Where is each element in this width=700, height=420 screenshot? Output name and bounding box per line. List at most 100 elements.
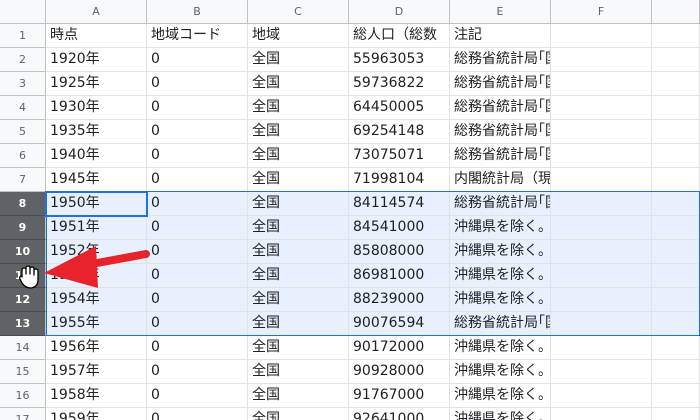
cell-f16[interactable] bbox=[551, 384, 652, 408]
cell-e2[interactable]: 総務省統計局｢国勢調査｣による。 bbox=[450, 48, 551, 72]
cell-f6[interactable] bbox=[551, 144, 652, 168]
cell-c3[interactable]: 全国 bbox=[248, 72, 349, 96]
cell-d2[interactable]: 55963053 bbox=[349, 48, 450, 72]
cell-b13[interactable]: 0 bbox=[147, 312, 248, 336]
cell-c7[interactable]: 全国 bbox=[248, 168, 349, 192]
cell-c5[interactable]: 全国 bbox=[248, 120, 349, 144]
row-header-4[interactable]: 4 bbox=[0, 96, 46, 120]
cell-extra8[interactable] bbox=[652, 192, 700, 216]
cell-f13[interactable] bbox=[551, 312, 652, 336]
cell-b8[interactable]: 0 bbox=[147, 192, 248, 216]
column-header-a[interactable]: A bbox=[46, 0, 147, 24]
cell-d9[interactable]: 84541000 bbox=[349, 216, 450, 240]
cell-d13[interactable]: 90076594 bbox=[349, 312, 450, 336]
row-header-14[interactable]: 14 bbox=[0, 336, 46, 360]
cell-e10[interactable]: 沖縄県を除く。 bbox=[450, 240, 551, 264]
cell-a16[interactable]: 1958年 bbox=[46, 384, 147, 408]
cell-a13[interactable]: 1955年 bbox=[46, 312, 147, 336]
cell-extra16[interactable] bbox=[652, 384, 700, 408]
cell-a11[interactable]: 1953年 bbox=[46, 264, 147, 288]
cell-e8[interactable]: 総務省統計局｢国勢調査｣による。 bbox=[450, 192, 551, 216]
cell-c13[interactable]: 全国 bbox=[248, 312, 349, 336]
cell-f10[interactable] bbox=[551, 240, 652, 264]
column-header-b[interactable]: B bbox=[147, 0, 248, 24]
cell-a8[interactable]: 1950年 bbox=[46, 192, 147, 216]
cell-e13[interactable]: 総務省統計局｢国勢調査｣による。 bbox=[450, 312, 551, 336]
column-header-e[interactable]: E bbox=[450, 0, 551, 24]
cell-extra17[interactable] bbox=[652, 408, 700, 420]
row-header-2[interactable]: 2 bbox=[0, 48, 46, 72]
cell-e15[interactable]: 沖縄県を除く。 bbox=[450, 360, 551, 384]
cell-f12[interactable] bbox=[551, 288, 652, 312]
cell-f7[interactable] bbox=[551, 168, 652, 192]
cell-c11[interactable]: 全国 bbox=[248, 264, 349, 288]
cell-extra11[interactable] bbox=[652, 264, 700, 288]
cell-extra14[interactable] bbox=[652, 336, 700, 360]
cell-d17[interactable]: 92641000 bbox=[349, 408, 450, 420]
cell-extra15[interactable] bbox=[652, 360, 700, 384]
cell-e17[interactable]: 沖縄県を除く。 bbox=[450, 408, 551, 420]
cell-a5[interactable]: 1935年 bbox=[46, 120, 147, 144]
cell-b4[interactable]: 0 bbox=[147, 96, 248, 120]
cell-e12[interactable]: 沖縄県を除く。 bbox=[450, 288, 551, 312]
cell-c4[interactable]: 全国 bbox=[248, 96, 349, 120]
column-header-d[interactable]: D bbox=[349, 0, 450, 24]
cell-c8[interactable]: 全国 bbox=[248, 192, 349, 216]
cell-extra5[interactable] bbox=[652, 120, 700, 144]
cell-c2[interactable]: 全国 bbox=[248, 48, 349, 72]
cell-a14[interactable]: 1956年 bbox=[46, 336, 147, 360]
cell-c12[interactable]: 全国 bbox=[248, 288, 349, 312]
cell-c1[interactable]: 地域 bbox=[248, 24, 349, 48]
cell-d12[interactable]: 88239000 bbox=[349, 288, 450, 312]
cell-d3[interactable]: 59736822 bbox=[349, 72, 450, 96]
cell-b14[interactable]: 0 bbox=[147, 336, 248, 360]
column-header-f[interactable]: F bbox=[551, 0, 652, 24]
cell-d16[interactable]: 91767000 bbox=[349, 384, 450, 408]
cell-f14[interactable] bbox=[551, 336, 652, 360]
cell-c15[interactable]: 全国 bbox=[248, 360, 349, 384]
cell-extra2[interactable] bbox=[652, 48, 700, 72]
cell-e7[interactable]: 内閣統計局（現 総務省統計局）「人 bbox=[450, 168, 551, 192]
cell-f15[interactable] bbox=[551, 360, 652, 384]
row-header-8[interactable]: 8 bbox=[0, 192, 46, 216]
cell-c16[interactable]: 全国 bbox=[248, 384, 349, 408]
cell-b3[interactable]: 0 bbox=[147, 72, 248, 96]
cell-b9[interactable]: 0 bbox=[147, 216, 248, 240]
cell-d1[interactable]: 総人口（総数 bbox=[349, 24, 450, 48]
cell-d8[interactable]: 84114574 bbox=[349, 192, 450, 216]
cell-e4[interactable]: 総務省統計局｢国勢調査｣による。 bbox=[450, 96, 551, 120]
cell-b11[interactable]: 0 bbox=[147, 264, 248, 288]
cell-f8[interactable] bbox=[551, 192, 652, 216]
cell-c10[interactable]: 全国 bbox=[248, 240, 349, 264]
cell-b12[interactable]: 0 bbox=[147, 288, 248, 312]
cell-a10[interactable]: 1952年 bbox=[46, 240, 147, 264]
cell-d10[interactable]: 85808000 bbox=[349, 240, 450, 264]
column-header-c[interactable]: C bbox=[248, 0, 349, 24]
cell-a15[interactable]: 1957年 bbox=[46, 360, 147, 384]
row-header-12[interactable]: 12 bbox=[0, 288, 46, 312]
cell-c14[interactable]: 全国 bbox=[248, 336, 349, 360]
cell-f2[interactable] bbox=[551, 48, 652, 72]
cell-e14[interactable]: 沖縄県を除く。 bbox=[450, 336, 551, 360]
cell-c17[interactable]: 全国 bbox=[248, 408, 349, 420]
select-all-corner[interactable] bbox=[0, 0, 46, 24]
cell-a12[interactable]: 1954年 bbox=[46, 288, 147, 312]
cell-extra1[interactable] bbox=[652, 24, 700, 48]
cell-c6[interactable]: 全国 bbox=[248, 144, 349, 168]
cell-a6[interactable]: 1940年 bbox=[46, 144, 147, 168]
cell-a9[interactable]: 1951年 bbox=[46, 216, 147, 240]
cell-a1[interactable]: 時点 bbox=[46, 24, 147, 48]
cell-e1[interactable]: 注記 bbox=[450, 24, 551, 48]
row-header-10[interactable]: 10 bbox=[0, 240, 46, 264]
cell-d15[interactable]: 90928000 bbox=[349, 360, 450, 384]
row-header-1[interactable]: 1 bbox=[0, 24, 46, 48]
cell-d11[interactable]: 86981000 bbox=[349, 264, 450, 288]
row-header-5[interactable]: 5 bbox=[0, 120, 46, 144]
cell-e9[interactable]: 沖縄県を除く。 bbox=[450, 216, 551, 240]
cell-e16[interactable]: 沖縄県を除く。 bbox=[450, 384, 551, 408]
cell-b5[interactable]: 0 bbox=[147, 120, 248, 144]
cell-b2[interactable]: 0 bbox=[147, 48, 248, 72]
row-header-9[interactable]: 9 bbox=[0, 216, 46, 240]
cell-f3[interactable] bbox=[551, 72, 652, 96]
cell-d14[interactable]: 90172000 bbox=[349, 336, 450, 360]
